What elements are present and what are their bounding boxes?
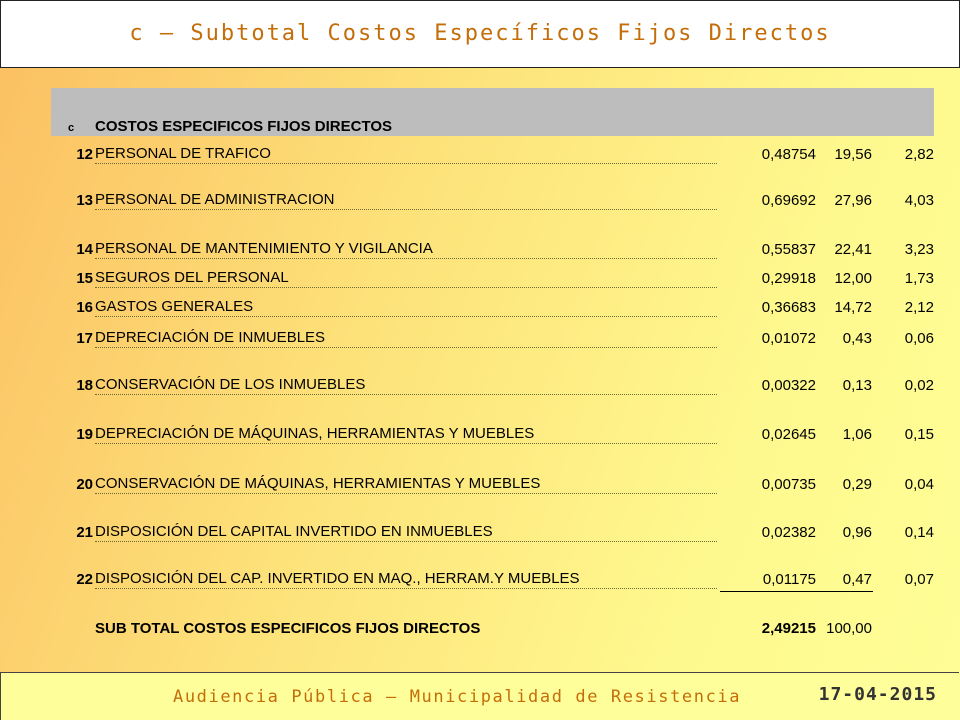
row-number: 22: [76, 571, 93, 588]
row-percent: 0,96: [842, 524, 872, 541]
row-value: 0,69692: [761, 192, 816, 209]
row-percent: 12,00: [834, 270, 872, 287]
row-number: 12: [76, 146, 93, 163]
row-amount: 0,07: [904, 571, 934, 588]
row-percent: 1,06: [842, 426, 872, 443]
row-value: 0,29918: [761, 270, 816, 287]
row-value: 0,00735: [761, 476, 816, 493]
table-row: 14 PERSONAL DE MANTENIMIENTO Y VIGILANCI…: [51, 239, 934, 259]
row-percent: 19,56: [834, 146, 872, 163]
row-amount: 0,02: [904, 377, 934, 394]
table-row: 21 DISPOSICIÓN DEL CAPITAL INVERTIDO EN …: [51, 522, 934, 542]
table-row: 22 DISPOSICIÓN DEL CAP. INVERTIDO EN MAQ…: [51, 569, 934, 589]
row-percent: 14,72: [834, 299, 872, 316]
row-value: 0,55837: [761, 241, 816, 258]
table-row: 18 CONSERVACIÓN DE LOS INMUEBLES 0,00322…: [51, 375, 934, 395]
total-rule: [720, 591, 873, 592]
row-description: CONSERVACIÓN DE MÁQUINAS, HERRAMIENTAS Y…: [95, 475, 717, 494]
row-description: PERSONAL DE TRAFICO: [95, 145, 717, 164]
subtotal-value: 2,49215: [761, 620, 816, 637]
row-percent: 0,47: [842, 571, 872, 588]
row-percent: 0,29: [842, 476, 872, 493]
row-description: PERSONAL DE ADMINISTRACION: [95, 191, 717, 210]
header-label: COSTOS ESPECIFICOS FIJOS DIRECTOS: [95, 118, 393, 135]
row-value: 0,01175: [762, 571, 816, 588]
row-amount: 0,15: [904, 426, 934, 443]
row-amount: 4,03: [904, 192, 934, 209]
table-row: 19 DEPRECIACIÓN DE MÁQUINAS, HERRAMIENTA…: [51, 424, 934, 444]
row-amount: 2,82: [904, 146, 934, 163]
table-header: c COSTOS ESPECIFICOS FIJOS DIRECTOS: [51, 88, 934, 136]
slide-title: c – Subtotal Costos Específicos Fijos Di…: [129, 21, 831, 46]
subtotal-row: SUB TOTAL COSTOS ESPECIFICOS FIJOS DIREC…: [51, 618, 934, 638]
row-amount: 2,12: [904, 299, 934, 316]
row-value: 0,01072: [761, 330, 816, 347]
row-description: GASTOS GENERALES: [95, 298, 717, 317]
subtotal-percent: 100,00: [826, 620, 872, 637]
row-number: 20: [76, 476, 93, 493]
row-value: 0,02382: [761, 524, 816, 541]
footer-date: 17-04-2015: [818, 684, 937, 705]
footer-bar: Audiencia Pública – Municipalidad de Res…: [0, 672, 959, 720]
table-row: 16 GASTOS GENERALES 0,36683 14,72 2,12: [51, 297, 934, 317]
row-value: 0,36683: [761, 299, 816, 316]
row-description: DISPOSICIÓN DEL CAP. INVERTIDO EN MAQ., …: [95, 570, 717, 589]
row-value: 0,00322: [761, 377, 816, 394]
row-amount: 1,73: [904, 270, 934, 287]
row-number: 18: [76, 377, 93, 394]
row-percent: 22,41: [834, 241, 872, 258]
row-description: DISPOSICIÓN DEL CAPITAL INVERTIDO EN INM…: [95, 523, 717, 542]
row-amount: 0,14: [904, 524, 934, 541]
subtotal-description: SUB TOTAL COSTOS ESPECIFICOS FIJOS DIREC…: [95, 620, 481, 637]
row-description: SEGUROS DEL PERSONAL: [95, 269, 717, 288]
table-row: 13 PERSONAL DE ADMINISTRACION 0,69692 27…: [51, 190, 934, 210]
table-row: 20 CONSERVACIÓN DE MÁQUINAS, HERRAMIENTA…: [51, 474, 934, 494]
row-percent: 27,96: [834, 192, 872, 209]
cost-table: c COSTOS ESPECIFICOS FIJOS DIRECTOS 12 P…: [51, 88, 934, 637]
row-value: 0,02645: [761, 426, 816, 443]
row-amount: 3,23: [904, 241, 934, 258]
footer-text: Audiencia Pública – Municipalidad de Res…: [173, 687, 742, 707]
row-value: 0,48754: [761, 146, 816, 163]
row-description: CONSERVACIÓN DE LOS INMUEBLES: [95, 376, 717, 395]
table-row: 15 SEGUROS DEL PERSONAL 0,29918 12,00 1,…: [51, 268, 934, 288]
header-code: c: [68, 122, 75, 134]
row-percent: 0,43: [842, 330, 872, 347]
row-number: 14: [76, 241, 93, 258]
row-description: DEPRECIACIÓN DE MÁQUINAS, HERRAMIENTAS Y…: [95, 425, 717, 444]
row-number: 13: [76, 192, 93, 209]
row-number: 21: [76, 524, 93, 541]
table-row: 17 DEPRECIACIÓN DE INMUEBLES 0,01072 0,4…: [51, 328, 934, 348]
row-number: 15: [76, 270, 93, 287]
title-bar: c – Subtotal Costos Específicos Fijos Di…: [0, 0, 960, 68]
row-description: PERSONAL DE MANTENIMIENTO Y VIGILANCIA: [95, 240, 717, 259]
row-number: 19: [76, 426, 93, 443]
table-row: 12 PERSONAL DE TRAFICO 0,48754 19,56 2,8…: [51, 144, 934, 164]
row-description: DEPRECIACIÓN DE INMUEBLES: [95, 329, 717, 348]
row-amount: 0,04: [904, 476, 934, 493]
row-number: 16: [76, 299, 93, 316]
row-number: 17: [76, 330, 93, 347]
row-amount: 0,06: [904, 330, 934, 347]
row-percent: 0,13: [842, 377, 872, 394]
